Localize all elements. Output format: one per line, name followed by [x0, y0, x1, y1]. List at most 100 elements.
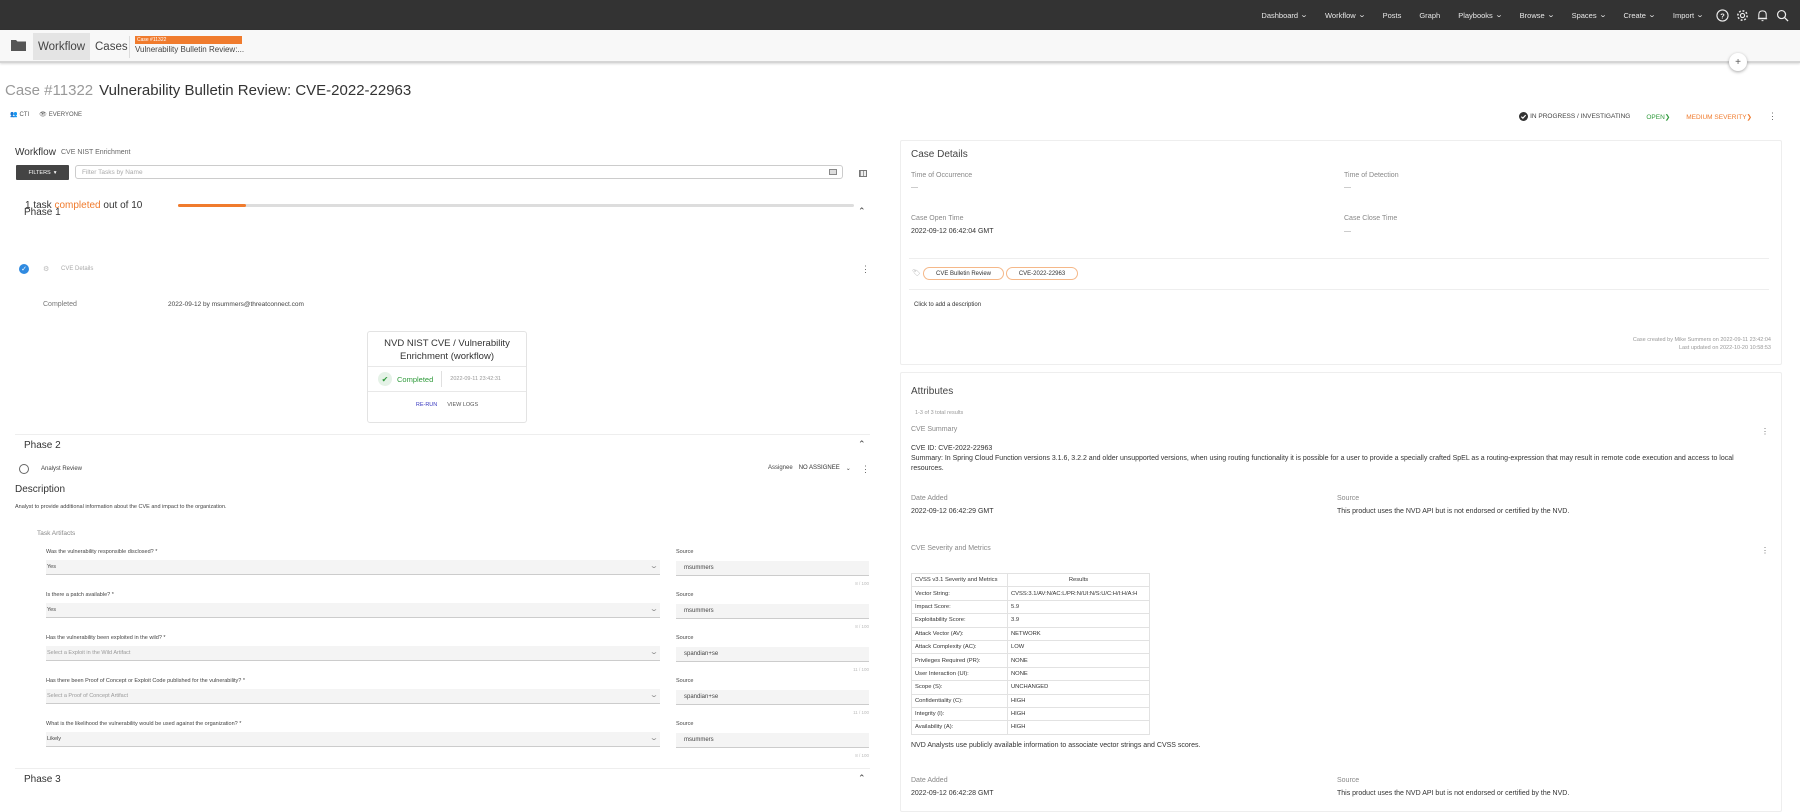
breadcrumb-divider — [129, 36, 130, 58]
field-value[interactable]: — — [1344, 184, 1351, 191]
run-date: 2022-09-11 23:42:31 — [450, 376, 501, 382]
task-name[interactable]: Analyst Review — [41, 466, 82, 472]
workflow-run-status: ✔ Completed 2022-09-11 23:42:31 — [368, 367, 526, 392]
filters-button[interactable]: FILTERS ▾ — [16, 165, 69, 180]
field-label: Time of Detection — [1344, 172, 1399, 179]
severity-dropdown[interactable]: MEDIUM SEVERITY❯ — [1686, 113, 1752, 121]
metric-name: Exploitability Score: — [911, 613, 1008, 628]
field-value[interactable]: 2022-09-12 06:42:04 GMT — [911, 228, 994, 235]
nav-import[interactable]: Import ⌄ — [1673, 11, 1704, 20]
case-details-panel: Case Details Time of Occurrence — Time o… — [900, 140, 1782, 365]
chevron-down-icon: ⌄ — [1598, 12, 1607, 19]
chevron-down-icon: ❯ — [1746, 113, 1752, 121]
chevron-down-icon: ⌄ — [649, 692, 659, 699]
card-icon[interactable] — [829, 169, 837, 175]
visibility[interactable]: 👁 EVERYONE — [39, 111, 82, 119]
assignee-dropdown[interactable]: Assignee NO ASSIGNEE ⌄ — [768, 465, 851, 472]
breadcrumb-cases[interactable]: Cases — [90, 33, 133, 60]
task-more-icon[interactable]: ⋮ — [861, 464, 870, 475]
chevron-down-icon: ⌄ — [1494, 12, 1503, 19]
completed-label: Completed — [43, 301, 77, 308]
artifact-select[interactable]: Yes ⌄ — [46, 603, 660, 618]
source-input[interactable]: msummers — [676, 604, 869, 619]
nav-label: Posts — [1382, 10, 1402, 20]
nav-label: Dashboard — [1261, 10, 1299, 20]
metric-value: UNCHANGED — [1007, 680, 1150, 695]
column-view-icon[interactable] — [859, 170, 867, 177]
filter-tasks-input[interactable]: Filter Tasks by Name — [75, 165, 843, 179]
chevron-down-icon: ⌄ — [649, 735, 659, 742]
caret-down-icon: ▾ — [53, 169, 57, 176]
collapse-icon[interactable]: ⌃ — [858, 773, 866, 784]
select-placeholder: Select a Exploit in the Wild Artifact — [47, 650, 131, 656]
phase-divider — [15, 768, 870, 769]
svg-text:?: ? — [1720, 11, 1725, 20]
artifact-select[interactable]: Select a Proof of Concept Artifact ⌄ — [46, 689, 660, 704]
add-description[interactable]: Click to add a description — [914, 302, 981, 308]
breadcrumb-workflow[interactable]: Workflow — [33, 33, 91, 60]
table-row: Attack Complexity (AC): LOW — [911, 639, 1150, 655]
table-row: Exploitability Score: 3.9 — [911, 613, 1150, 628]
owner[interactable]: 👥 CTI — [10, 111, 30, 119]
attribute-more-icon[interactable]: ⋮ — [1761, 427, 1769, 436]
attribute-more-icon[interactable]: ⋮ — [1761, 546, 1769, 555]
task-more-icon[interactable]: ⋮ — [861, 264, 870, 275]
check-circle-icon — [1519, 112, 1529, 121]
settings-icon[interactable] — [1735, 8, 1749, 22]
task-incomplete-radio[interactable] — [19, 464, 29, 474]
artifact-question: Is there a patch available? * — [46, 592, 114, 598]
source-input[interactable]: spandian+se — [676, 647, 869, 662]
nav-spaces[interactable]: Spaces ⌄ — [1571, 10, 1607, 20]
artifact-question: What is the likelihood the vulnerability… — [46, 721, 242, 727]
table-row: Scope (S): UNCHANGED — [911, 680, 1150, 695]
collapse-icon[interactable]: ⌃ — [858, 206, 866, 217]
nav-label: Spaces — [1571, 10, 1597, 20]
artifact-select[interactable]: Likely ⌄ — [46, 732, 660, 747]
nav-workflow[interactable]: Workflow ⌄ — [1325, 11, 1366, 20]
view-logs-button[interactable]: VIEW LOGS — [447, 402, 478, 408]
nav-playbooks[interactable]: Playbooks ⌄ — [1458, 11, 1503, 20]
date-added: 2022-09-12 06:42:28 GMT — [911, 790, 994, 797]
source-input[interactable]: msummers — [676, 733, 869, 748]
case-tab[interactable]: Case #11322 Vulnerability Bulletin Revie… — [135, 36, 244, 54]
resolution-dropdown[interactable]: OPEN❯ — [1646, 113, 1670, 121]
task-name[interactable]: CVE Details — [61, 266, 93, 272]
owner-label: CTI — [19, 111, 30, 118]
tag-chip[interactable]: CVE-2022-22963 — [1006, 267, 1078, 280]
chevron-down-icon: ⌄ — [1647, 12, 1657, 19]
nav-posts[interactable]: Posts — [1383, 11, 1402, 20]
folder-icon[interactable] — [11, 39, 26, 51]
nav-graph[interactable]: Graph — [1419, 11, 1440, 20]
task-complete-icon[interactable]: ✓ — [19, 264, 29, 274]
date-added-label: Date Added — [911, 777, 948, 784]
tag-chip[interactable]: CVE Bulletin Review — [923, 267, 1004, 280]
char-count: 11 / 100 — [853, 710, 869, 715]
field-value[interactable]: — — [1344, 228, 1351, 235]
artifact-select[interactable]: Yes ⌄ — [46, 560, 660, 575]
field-value[interactable]: — — [911, 184, 918, 191]
case-details-title: Case Details — [911, 149, 968, 160]
source-value: This product uses the NVD API but is not… — [1337, 790, 1570, 797]
divider — [909, 289, 1769, 290]
nav-create[interactable]: Create ⌄ — [1623, 11, 1657, 20]
nav-dashboard[interactable]: Dashboard ⌄ — [1261, 10, 1308, 20]
search-icon[interactable] — [1775, 8, 1789, 22]
attributes-title: Attributes — [911, 386, 954, 397]
more-options-icon[interactable]: ⋮ — [1768, 111, 1777, 122]
source-input[interactable]: spandian+se — [676, 690, 869, 705]
select-value: Yes — [47, 607, 56, 613]
workflow-status[interactable]: IN PROGRESS / INVESTIGATING — [1519, 112, 1630, 121]
help-icon[interactable]: ? — [1715, 8, 1729, 22]
table-row: Privileges Required (PR): NONE — [911, 653, 1150, 668]
collapse-icon[interactable]: ⌃ — [858, 439, 866, 450]
notifications-icon[interactable] — [1755, 8, 1769, 22]
metric-name: Attack Complexity (AC): — [911, 639, 1008, 655]
rerun-button[interactable]: RE-RUN — [416, 402, 437, 408]
metric-name: Confidentiality (C): — [911, 693, 1008, 708]
metric-value: NONE — [1007, 653, 1150, 668]
artifact-select[interactable]: Select a Exploit in the Wild Artifact ⌄ — [46, 646, 660, 661]
tag-icon: 🏷 — [912, 270, 921, 277]
source-input[interactable]: msummers — [676, 561, 869, 576]
nav-browse[interactable]: Browse ⌄ — [1520, 11, 1555, 20]
add-button[interactable]: + — [1729, 53, 1747, 71]
